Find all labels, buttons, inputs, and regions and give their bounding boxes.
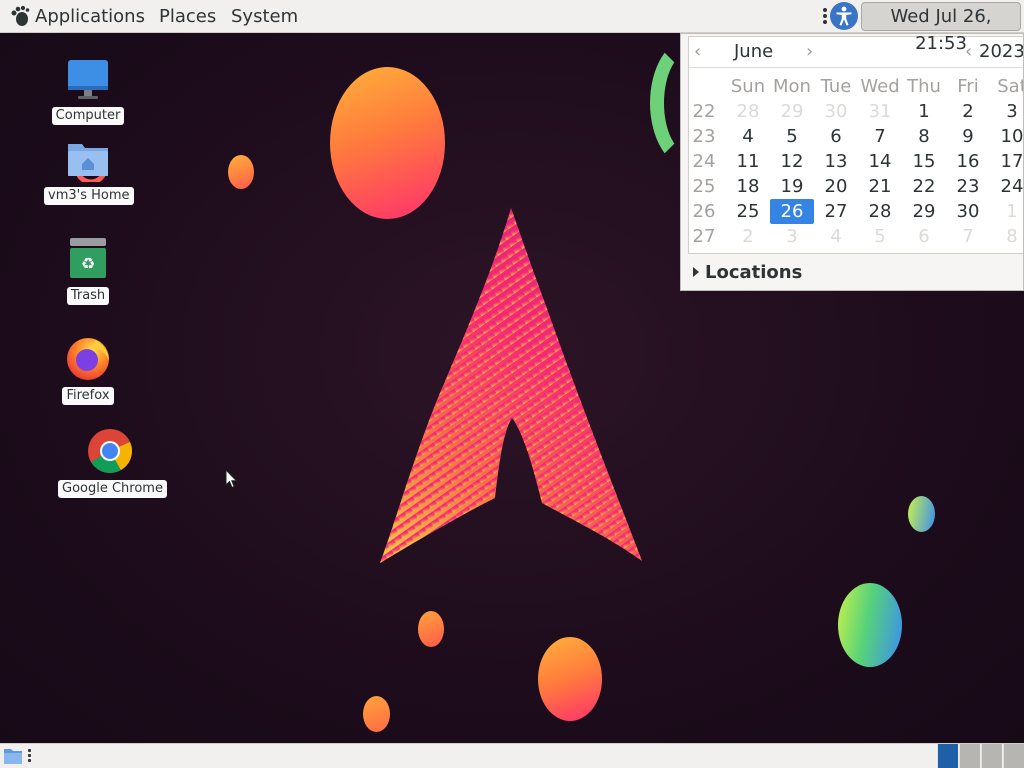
desktop-icon-label: vm3's Home	[44, 187, 134, 205]
calendar-month: June	[734, 41, 774, 62]
calendar-day[interactable]: 11	[726, 149, 770, 174]
calendar-day[interactable]: 16	[946, 149, 990, 174]
trash-icon: ♻	[70, 238, 106, 278]
calendar-day[interactable]: 1	[990, 199, 1023, 224]
calendar-day[interactable]: 23	[946, 174, 990, 199]
gnome-foot-icon[interactable]	[9, 5, 31, 27]
calendar-day[interactable]: 31	[858, 99, 902, 124]
week-number: 23	[692, 126, 716, 147]
desktop-icon-label: Firefox	[62, 387, 114, 405]
workspace-2[interactable]	[959, 744, 980, 768]
desktop-icon-label: Google Chrome	[58, 480, 167, 498]
calendar-day[interactable]: 5	[770, 124, 814, 149]
desktop-icon-google-chrome[interactable]: Google Chrome	[58, 427, 167, 498]
clock-button[interactable]: Wed Jul 26, 21:53	[861, 2, 1021, 54]
calendar-day[interactable]: 4	[814, 224, 858, 249]
calendar-day[interactable]: 3	[770, 224, 814, 249]
calendar-day[interactable]: 7	[946, 224, 990, 249]
calendar-day[interactable]: 21	[858, 174, 902, 199]
calendar-day[interactable]: 12	[770, 149, 814, 174]
calendar-day[interactable]: 2	[946, 99, 990, 124]
weekday-label: Mon	[773, 76, 811, 97]
calendar-day[interactable]: 22	[902, 174, 946, 199]
weekday-label: Wed	[860, 76, 900, 97]
top-panel: Applications Places System Wed Jul 26, 2…	[0, 0, 1024, 54]
calendar-day[interactable]: 17	[990, 149, 1023, 174]
calendar-day[interactable]: 10	[990, 124, 1023, 149]
calendar-day[interactable]: 13	[814, 149, 858, 174]
calendar-day[interactable]: 20	[814, 174, 858, 199]
calendar-day[interactable]: 5	[858, 224, 902, 249]
calendar-widget: ‹ June › ‹ 2023 Sun Mon Tue Wed Thu Fri Sat 22 2…	[688, 36, 1024, 254]
calendar-popup: ‹ June › ‹ 2023 Sun Mon Tue Wed Thu Fri Sat 22 2…	[680, 33, 1024, 291]
bottom-panel	[0, 743, 1024, 768]
calendar-day[interactable]: 8	[990, 224, 1023, 249]
calendar-day[interactable]: 2	[726, 224, 770, 249]
computer-icon	[68, 60, 108, 99]
calendar-day[interactable]: 14	[858, 149, 902, 174]
calendar-day[interactable]: 19	[770, 174, 814, 199]
calendar-day[interactable]: 29	[770, 99, 814, 124]
calendar-day[interactable]: 8	[902, 124, 946, 149]
calendar-day[interactable]: 29	[902, 199, 946, 224]
week-number: 27	[692, 226, 716, 247]
calendar-day[interactable]: 24	[990, 174, 1023, 199]
week-number: 24	[692, 151, 716, 172]
calendar-day[interactable]: 6	[814, 124, 858, 149]
calendar-day[interactable]: 28	[858, 199, 902, 224]
calendar-day[interactable]: 3	[990, 99, 1023, 124]
accessibility-icon[interactable]	[830, 2, 858, 30]
calendar-day[interactable]: 25	[726, 199, 770, 224]
calendar-day[interactable]: 30	[946, 199, 990, 224]
weekday-label: Fri	[957, 76, 979, 97]
workspace-3[interactable]	[981, 744, 1002, 768]
calendar-day[interactable]: 6	[902, 224, 946, 249]
weekday-label: Sat	[997, 76, 1024, 97]
desktop-icon-firefox[interactable]: Firefox	[58, 334, 118, 405]
svg-text:♻: ♻	[81, 254, 95, 273]
workspace-4[interactable]	[1003, 744, 1024, 768]
desktop-icon-home[interactable]: vm3's Home	[44, 138, 134, 205]
calendar-day[interactable]: 7	[858, 124, 902, 149]
mouse-cursor-icon	[225, 469, 238, 489]
desktop-icon-label: Trash	[66, 287, 110, 305]
calendar-day[interactable]: 30	[814, 99, 858, 124]
calendar-day[interactable]: 15	[902, 149, 946, 174]
next-month-button[interactable]: ›	[806, 37, 813, 67]
firefox-icon	[67, 338, 109, 380]
workspace-1[interactable]	[937, 744, 958, 768]
prev-month-button[interactable]: ‹	[694, 37, 701, 67]
panel-handle-icon[interactable]	[28, 749, 32, 763]
calendar-day[interactable]: 27	[814, 199, 858, 224]
desktop-icon-label: Computer	[51, 107, 125, 125]
home-folder-icon	[68, 144, 108, 182]
calendar-day[interactable]: 1	[902, 99, 946, 124]
calendar-day[interactable]: 9	[946, 124, 990, 149]
week-number: 26	[692, 201, 716, 222]
desktop-icon-computer[interactable]: Computer	[48, 58, 128, 125]
calendar-grid: Sun Mon Tue Wed Thu Fri Sat 22 28 29 30 31 1 2 3 23 4 5 6 7…	[689, 74, 1024, 254]
calendar-day[interactable]: 28	[726, 99, 770, 124]
calendar-day-selected[interactable]: 26	[770, 199, 814, 224]
weekday-label: Tue	[820, 76, 852, 97]
locations-label: Locations	[705, 262, 803, 283]
weekday-label: Sun	[730, 76, 766, 97]
calendar-year: 2023	[979, 41, 1024, 62]
calendar-day[interactable]: 18	[726, 174, 770, 199]
desktop-icon-trash[interactable]: ♻ Trash	[58, 236, 118, 305]
chrome-icon	[88, 429, 132, 473]
show-desktop-icon[interactable]	[3, 747, 23, 765]
applications-menu[interactable]: Applications	[35, 0, 145, 33]
calendar-day[interactable]: 4	[726, 124, 770, 149]
places-menu[interactable]: Places	[159, 0, 216, 33]
locations-expander[interactable]: Locations	[693, 262, 802, 284]
weekday-label: Thu	[907, 76, 941, 97]
calendar-header: ‹ June › ‹ 2023	[689, 37, 1024, 68]
week-number: 25	[692, 176, 716, 197]
expander-arrow-icon	[693, 267, 699, 277]
week-number: 22	[692, 101, 716, 122]
panel-handle-icon[interactable]	[822, 8, 828, 26]
system-menu[interactable]: System	[231, 0, 298, 33]
